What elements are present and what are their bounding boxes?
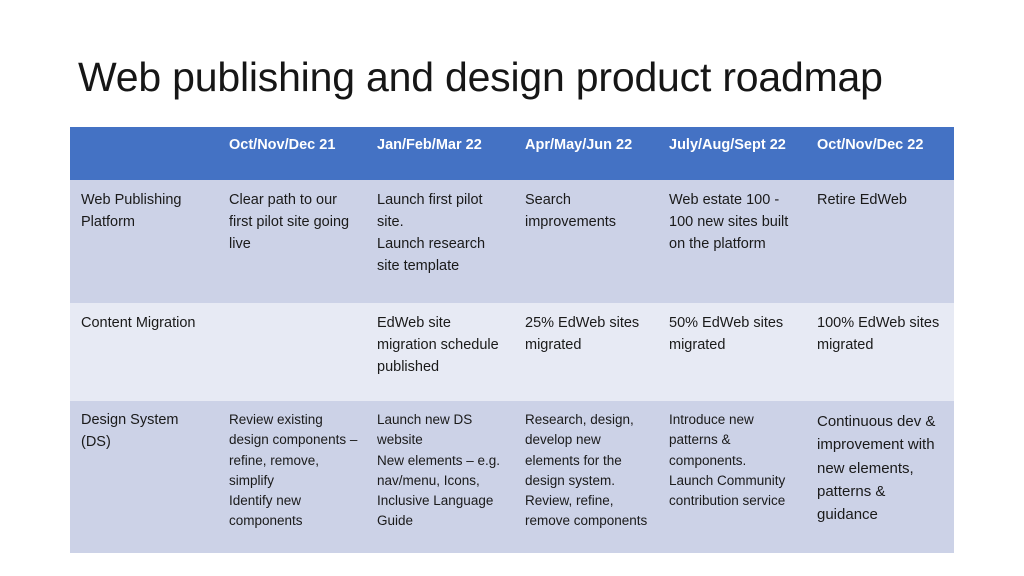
header-cell-q5: Oct/Nov/Dec 22 [817, 137, 924, 153]
table-row: Content Migration EdWeb site migration s… [70, 303, 954, 401]
header-cell-blank [70, 127, 218, 180]
table-header: Oct/Nov/Dec 21 Jan/Feb/Mar 22 Apr/May/Ju… [70, 127, 954, 180]
cell-line: Review, refine, remove components [525, 493, 648, 529]
cell-line: New elements – e.g. nav/menu, Icons, Inc… [377, 452, 501, 529]
row-label-content-migration: Content Migration [81, 315, 196, 331]
cell-web-publishing-q3: Search improvements [514, 180, 658, 303]
cell-line: 50% EdWeb sites migrated [669, 315, 784, 354]
cell-line: Search improvements [525, 192, 617, 231]
table-row: Design System (DS) Review existing desig… [70, 401, 954, 553]
header-cell-q3: Apr/May/Jun 22 [525, 137, 633, 153]
header-cell-q1: Oct/Nov/Dec 21 [229, 137, 336, 153]
cell-line: EdWeb site migration schedule published [377, 315, 499, 376]
cell-line: 100% EdWeb sites migrated [817, 315, 940, 354]
cell-web-publishing-q2: Launch first pilot site. Launch research… [366, 180, 514, 303]
table-row: Web Publishing Platform Clear path to ou… [70, 180, 954, 303]
cell-line: Continuous dev & improvement with new el… [817, 413, 936, 523]
cell-line: Launch Community contribution service [669, 472, 786, 508]
cell-line: Launch new DS website [377, 412, 473, 448]
cell-web-publishing-q5: Retire EdWeb [806, 180, 954, 303]
cell-line: Web estate 100 - 100 new sites built on … [669, 192, 789, 253]
header-cell-q4: July/Aug/Sept 22 [669, 137, 786, 153]
cell-design-system-q2: Launch new DS website New elements – e.g… [366, 401, 514, 553]
cell-line: Research, design, develop new elements f… [525, 412, 634, 488]
slide-canvas: Web publishing and design product roadma… [0, 0, 1024, 576]
cell-line: Launch research site template [377, 236, 486, 275]
cell-line: Retire EdWeb [817, 192, 907, 208]
cell-content-migration-q3: 25% EdWeb sites migrated [514, 303, 658, 401]
cell-design-system-q3: Research, design, develop new elements f… [514, 401, 658, 553]
cell-line: Introduce new patterns & components. [669, 412, 754, 468]
page-title: Web publishing and design product roadma… [78, 54, 883, 100]
row-label-design-system: Design System (DS) [81, 412, 179, 450]
cell-line: 25% EdWeb sites migrated [525, 315, 640, 354]
table-body: Web Publishing Platform Clear path to ou… [70, 180, 954, 553]
cell-web-publishing-q4: Web estate 100 - 100 new sites built on … [658, 180, 806, 303]
cell-content-migration-q2: EdWeb site migration schedule published [366, 303, 514, 401]
cell-design-system-q4: Introduce new patterns & components. Lau… [658, 401, 806, 553]
cell-line: Clear path to our first pilot site going… [229, 192, 350, 253]
cell-line: Launch first pilot site. [377, 192, 483, 231]
cell-content-migration-q5: 100% EdWeb sites migrated [806, 303, 954, 401]
cell-line: Review existing design components – refi… [229, 412, 358, 488]
cell-design-system-q1: Review existing design components – refi… [218, 401, 366, 553]
cell-content-migration-q4: 50% EdWeb sites migrated [658, 303, 806, 401]
header-cell-q2: Jan/Feb/Mar 22 [377, 137, 482, 153]
cell-line: Identify new components [229, 493, 303, 529]
row-label-web-publishing-platform: Web Publishing Platform [81, 192, 182, 231]
roadmap-table: Oct/Nov/Dec 21 Jan/Feb/Mar 22 Apr/May/Ju… [70, 127, 954, 553]
cell-web-publishing-q1: Clear path to our first pilot site going… [218, 180, 366, 303]
table-header-row: Oct/Nov/Dec 21 Jan/Feb/Mar 22 Apr/May/Ju… [70, 127, 954, 180]
cell-design-system-q5: Continuous dev & improvement with new el… [806, 401, 954, 553]
cell-content-migration-q1 [218, 303, 366, 401]
